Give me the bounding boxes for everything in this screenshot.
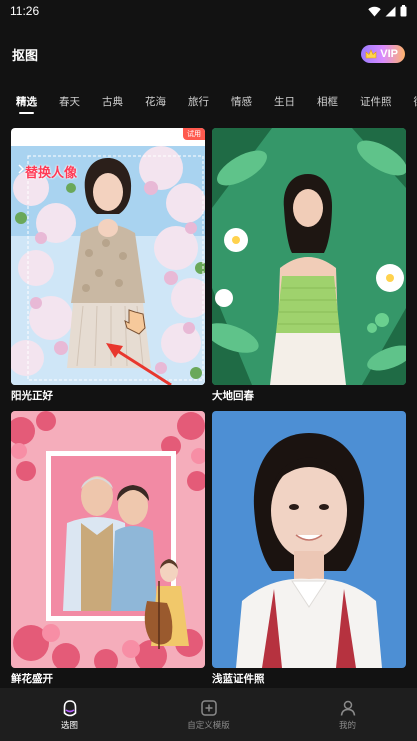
add-template-icon — [200, 699, 217, 716]
signal-icon — [385, 6, 396, 16]
template-name: 阳光正好 — [11, 390, 53, 402]
template-card-sunshine[interactable]: 试用 替换人像 阳光正好 — [11, 128, 205, 404]
header: 抠图 VIP — [0, 36, 417, 72]
trial-badge: 试用 — [183, 128, 205, 140]
nav-profile[interactable]: 我的 — [278, 688, 417, 741]
template-thumbnail[interactable] — [212, 128, 406, 385]
vip-button[interactable]: VIP — [361, 45, 405, 63]
tab-qinggan[interactable]: 情感 — [231, 94, 252, 113]
nav-custom-template-label: 自定义模版 — [187, 720, 230, 731]
tab-jie[interactable]: 街 — [414, 94, 417, 113]
template-grid: 试用 替换人像 阳光正好 大地回春 鲜花盛开 浅蓝证件照 — [0, 128, 417, 688]
template-thumbnail[interactable]: 试用 替换人像 — [11, 128, 205, 385]
template-card-id-photo[interactable]: 浅蓝证件照 — [212, 411, 406, 687]
tab-zhengjianzhao[interactable]: 证件照 — [360, 94, 392, 113]
green-leaves-portrait-image — [212, 128, 406, 385]
status-time: 11:26 — [10, 4, 40, 18]
template-name: 浅蓝证件照 — [212, 673, 265, 685]
replace-portrait-label: 替换人像 — [25, 166, 78, 181]
nav-cutout-label: 选图 — [60, 720, 78, 731]
template-name: 鲜花盛开 — [11, 673, 53, 685]
nav-custom-template[interactable]: 自定义模版 — [139, 688, 278, 741]
cutout-icon — [63, 699, 76, 716]
tab-xiangkuang[interactable]: 相框 — [317, 94, 338, 113]
vip-label: VIP — [380, 48, 398, 60]
blue-id-photo-image — [212, 411, 406, 668]
tab-huahai[interactable]: 花海 — [145, 94, 166, 113]
tab-chuntian[interactable]: 春天 — [59, 94, 80, 113]
tab-shengri[interactable]: 生日 — [274, 94, 295, 113]
status-bar: 11:26 — [0, 0, 417, 22]
status-icons — [368, 5, 407, 17]
rose-frame-couple-image — [11, 411, 205, 668]
wifi-icon — [368, 6, 381, 16]
template-thumbnail[interactable] — [11, 411, 205, 668]
nav-cutout[interactable]: 选图 — [0, 688, 139, 741]
bottom-nav: 选图 自定义模版 我的 — [0, 688, 417, 741]
template-card-spring[interactable]: 大地回春 — [212, 128, 406, 404]
category-tabs: 精选 春天 古典 花海 旅行 情感 生日 相框 证件照 街 — [0, 90, 417, 116]
crown-icon — [365, 49, 377, 59]
nav-profile-label: 我的 — [338, 720, 356, 731]
tab-gudian[interactable]: 古典 — [102, 94, 123, 113]
profile-icon — [340, 700, 355, 716]
page-title: 抠图 — [12, 48, 39, 64]
battery-icon — [400, 5, 407, 17]
template-card-flowers[interactable]: 鲜花盛开 — [11, 411, 205, 687]
template-name: 大地回春 — [212, 390, 254, 402]
tab-jingxuan[interactable]: 精选 — [16, 94, 37, 114]
tab-lvxing[interactable]: 旅行 — [188, 94, 209, 113]
template-thumbnail[interactable] — [212, 411, 406, 668]
